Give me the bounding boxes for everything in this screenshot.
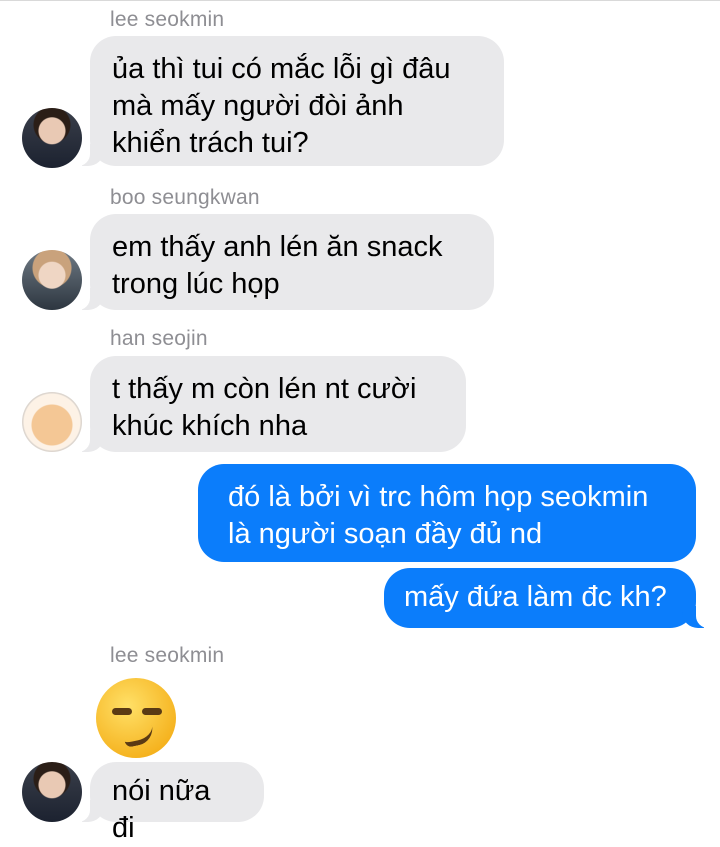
incoming-message-bubble[interactable]: t thấy m còn lén nt cười khúc khích nha: [76, 356, 466, 452]
avatar-lee-seokmin[interactable]: [22, 108, 82, 168]
avatar-lee-seokmin[interactable]: [22, 762, 82, 822]
top-divider: [0, 0, 720, 1]
incoming-message-bubble[interactable]: ủa thì tui có mắc lỗi gì đâu mà mấy ngườ…: [76, 36, 504, 166]
sender-name: lee seokmin: [110, 8, 225, 31]
smirking-face-emoji[interactable]: [96, 678, 176, 758]
incoming-message-bubble[interactable]: em thấy anh lén ăn snack trong lúc họp: [76, 214, 494, 310]
emoji-eye-right: [142, 708, 162, 715]
sender-name: boo seungkwan: [110, 186, 260, 209]
sender-name: lee seokmin: [110, 644, 225, 667]
emoji-eye-left: [112, 708, 132, 715]
outgoing-message-bubble[interactable]: mấy đứa làm đc kh?: [384, 568, 710, 628]
outgoing-message-bubble[interactable]: đó là bởi vì trc hôm họp seokmin là ngườ…: [198, 464, 696, 562]
emoji-mouth: [122, 725, 156, 748]
incoming-message-bubble[interactable]: nói nữa đi: [76, 762, 264, 844]
avatar-boo-seungkwan[interactable]: [22, 250, 82, 310]
avatar-han-seojin[interactable]: [22, 392, 82, 452]
sender-name: han seojin: [110, 327, 208, 350]
